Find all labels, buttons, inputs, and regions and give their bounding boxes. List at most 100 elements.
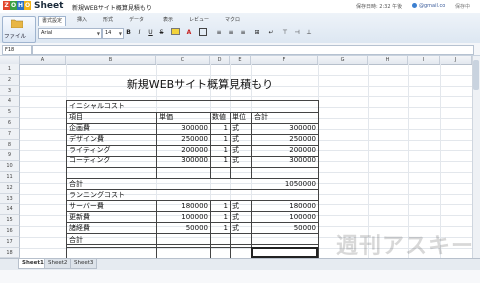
user-email-link[interactable]: @gmail.co (419, 3, 445, 9)
initial-item-item-cell[interactable]: デザイン費 (69, 135, 104, 144)
row-header[interactable]: 13 (0, 193, 20, 205)
initial-total-label[interactable]: 合計 (69, 180, 83, 189)
header-item[interactable]: 項目 (69, 113, 83, 122)
running-item-qty-cell[interactable]: 1 (210, 224, 228, 233)
initial-total-value[interactable]: 1050000 (251, 180, 316, 189)
running-item-qty-cell[interactable]: 1 (210, 213, 228, 222)
initial-item-item-cell[interactable]: ライティング (69, 146, 110, 155)
align-bottom-button[interactable]: ⊥ (304, 28, 314, 38)
column-header[interactable]: A (20, 56, 66, 64)
cell-reference-box[interactable]: F18 (2, 45, 32, 55)
initial-item-total-cell[interactable]: 300000 (251, 124, 316, 133)
align-middle-button[interactable]: ⊣ (292, 28, 302, 38)
row-header[interactable]: 2 (0, 74, 20, 86)
row-header[interactable]: 6 (0, 118, 20, 129)
font-color-button[interactable]: A (184, 28, 194, 38)
column-header[interactable]: E (230, 56, 251, 64)
initial-item-qty-cell[interactable]: 1 (210, 146, 228, 155)
row-header[interactable]: 1 (0, 64, 20, 75)
initial-item-total-cell[interactable]: 200000 (251, 146, 316, 155)
running-item-price-cell[interactable]: 100000 (156, 213, 208, 222)
tab-format[interactable]: 書式設定 (38, 16, 67, 26)
initial-item-price-cell[interactable]: 300000 (156, 124, 208, 133)
running-item-unit-cell[interactable]: 式 (232, 202, 239, 211)
row-header[interactable]: 11 (0, 172, 20, 183)
column-header[interactable]: C (156, 56, 210, 64)
initial-item-qty-cell[interactable]: 1 (210, 135, 228, 144)
tab-data[interactable]: データ (126, 16, 147, 25)
column-header[interactable]: F (251, 56, 318, 64)
strikethrough-button[interactable]: S (157, 28, 166, 38)
scrollbar-thumb[interactable] (473, 60, 479, 90)
column-header[interactable]: I (408, 56, 440, 64)
row-header[interactable]: 4 (0, 96, 20, 108)
tab-style[interactable]: 形式 (100, 16, 116, 25)
align-top-button[interactable]: ⊤ (280, 28, 290, 38)
tab-view[interactable]: 表示 (160, 16, 176, 25)
column-header[interactable]: G (318, 56, 368, 64)
initial-item-total-cell[interactable]: 300000 (251, 156, 316, 165)
running-item-total-cell[interactable]: 50000 (251, 224, 316, 233)
sheet-tab[interactable]: Sheet3 (70, 259, 98, 269)
font-name-select[interactable]: Arial ▼ (38, 28, 102, 39)
initial-item-qty-cell[interactable]: 1 (210, 156, 228, 165)
initial-item-price-cell[interactable]: 250000 (156, 135, 208, 144)
running-item-item-cell[interactable]: 諸経費 (69, 224, 90, 233)
header-total[interactable]: 合計 (254, 113, 268, 122)
running-cost-heading[interactable]: ランニングコスト (69, 191, 125, 200)
running-item-unit-cell[interactable]: 式 (232, 213, 239, 222)
selected-cell-F18[interactable] (251, 247, 318, 258)
row-header[interactable]: 18 (0, 247, 20, 259)
row-header[interactable]: 7 (0, 128, 20, 140)
initial-item-total-cell[interactable]: 250000 (251, 135, 316, 144)
running-item-qty-cell[interactable]: 1 (210, 202, 228, 211)
align-right-button[interactable]: ≡ (238, 28, 248, 38)
row-header[interactable]: 16 (0, 226, 20, 237)
row-header[interactable]: 15 (0, 215, 20, 226)
running-item-total-cell[interactable]: 180000 (251, 202, 316, 211)
header-price[interactable]: 単価 (159, 113, 173, 122)
initial-item-unit-cell[interactable]: 式 (232, 156, 239, 165)
initial-item-item-cell[interactable]: 企画費 (69, 124, 90, 133)
running-item-unit-cell[interactable]: 式 (232, 224, 239, 233)
italic-button[interactable]: I (135, 28, 144, 38)
fill-color-button[interactable] (170, 28, 180, 38)
row-header[interactable]: 12 (0, 182, 20, 194)
row-header[interactable]: 5 (0, 107, 20, 118)
running-item-total-cell[interactable]: 100000 (251, 213, 316, 222)
header-unit[interactable]: 単位 (232, 113, 246, 122)
borders-button[interactable] (198, 28, 208, 38)
column-header[interactable]: B (66, 56, 156, 64)
initial-item-unit-cell[interactable]: 式 (232, 135, 239, 144)
initial-item-price-cell[interactable]: 200000 (156, 146, 208, 155)
column-header[interactable]: J (440, 56, 472, 64)
header-qty[interactable]: 数値 (212, 113, 226, 122)
row-header[interactable]: 3 (0, 85, 20, 97)
sheet-tab[interactable]: Sheet2 (44, 259, 72, 269)
align-left-button[interactable]: ≡ (214, 28, 224, 38)
select-all-corner[interactable] (0, 56, 20, 64)
row-header[interactable]: 8 (0, 139, 20, 151)
document-title[interactable]: 新規WEBサイト概算見積もり (72, 3, 152, 12)
running-item-price-cell[interactable]: 50000 (156, 224, 208, 233)
zoho-logo[interactable]: Z O H O Sheet (3, 1, 63, 12)
underline-button[interactable]: U (146, 28, 155, 38)
row-header[interactable]: 14 (0, 204, 20, 216)
row-header[interactable]: 9 (0, 150, 20, 162)
tab-macro[interactable]: マクロ (222, 16, 243, 25)
save-status-link[interactable]: 保存中 (455, 3, 470, 10)
running-item-item-cell[interactable]: サーバー費 (69, 202, 104, 211)
font-size-select[interactable]: 14 ▼ (102, 28, 124, 39)
column-header[interactable]: D (210, 56, 230, 64)
row-header[interactable]: 10 (0, 161, 20, 172)
initial-item-price-cell[interactable]: 300000 (156, 156, 208, 165)
bold-button[interactable]: B (124, 28, 133, 38)
align-center-button[interactable]: ≡ (226, 28, 236, 38)
initial-item-qty-cell[interactable]: 1 (210, 124, 228, 133)
wrap-text-button[interactable]: ↵ (266, 28, 276, 38)
initial-item-unit-cell[interactable]: 式 (232, 124, 239, 133)
tab-review[interactable]: レビュー (186, 16, 212, 25)
merge-cells-button[interactable]: ⊞ (252, 28, 262, 38)
initial-item-unit-cell[interactable]: 式 (232, 146, 239, 155)
tab-insert[interactable]: 挿入 (74, 16, 90, 25)
